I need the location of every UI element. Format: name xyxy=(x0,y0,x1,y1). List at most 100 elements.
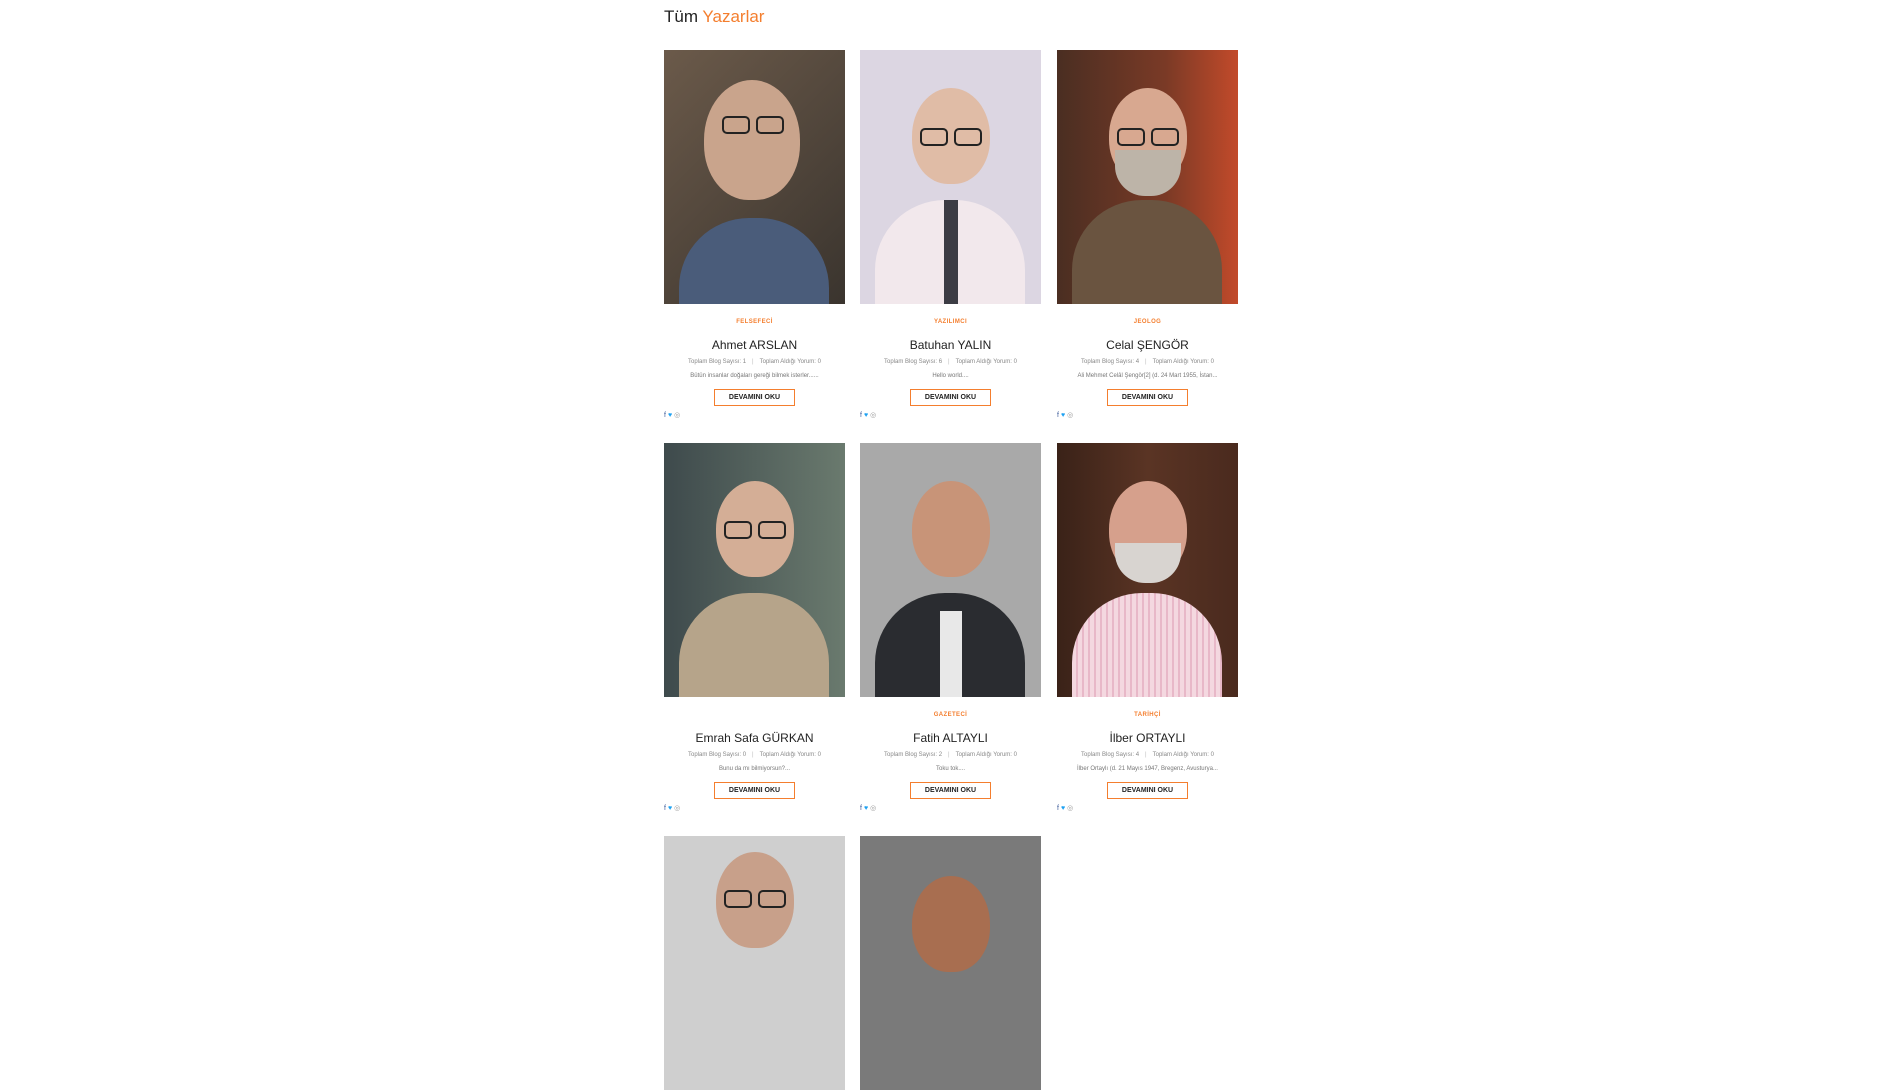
instagram-icon[interactable]: ◎ xyxy=(674,412,680,419)
author-card: FELSEFECİ Ahmet ARSLAN Toplam Blog Sayıs… xyxy=(664,50,845,419)
comment-count: 0 xyxy=(817,359,821,365)
read-more-button[interactable]: DEVAMINI OKU xyxy=(909,782,992,799)
author-excerpt: Toku tok.... xyxy=(935,766,965,772)
blog-count-label: Toplam Blog Sayısı: xyxy=(884,752,938,758)
author-stats: Toplam Blog Sayısı: 4 | Toplam Aldığı Yoru… xyxy=(1057,359,1238,365)
read-more-button[interactable]: DEVAMINI OKU xyxy=(713,782,796,799)
instagram-icon[interactable]: ◎ xyxy=(870,805,876,812)
instagram-icon[interactable]: ◎ xyxy=(1067,805,1073,812)
author-stats: Toplam Blog Sayısı: 1 | Toplam Aldığı Yoru… xyxy=(664,359,845,365)
comment-count-label: Toplam Aldığı Yorum: xyxy=(955,359,1012,365)
twitter-icon[interactable]: ♥ xyxy=(668,412,672,419)
read-more-button[interactable]: DEVAMINI OKU xyxy=(1106,782,1189,799)
author-card: JEOLOG Celal ŞENGÖR Toplam Blog Sayısı: … xyxy=(1057,50,1238,419)
author-stats: Toplam Blog Sayısı: 2 | Toplam Aldığı Yoru… xyxy=(860,752,1041,758)
author-category: TARİHÇİ xyxy=(1134,712,1161,718)
comment-count: 0 xyxy=(1210,359,1214,365)
author-stats: Toplam Blog Sayısı: 0 | Toplam Aldığı Yoru… xyxy=(664,752,845,758)
facebook-icon[interactable]: f xyxy=(1057,805,1059,812)
blog-count: 1 xyxy=(742,359,747,365)
author-photo[interactable] xyxy=(664,836,845,1090)
facebook-icon[interactable]: f xyxy=(664,805,666,812)
social-links: f ♥ ◎ xyxy=(664,804,845,812)
author-name[interactable]: Celal ŞENGÖR xyxy=(1057,338,1238,352)
author-photo[interactable] xyxy=(860,443,1041,697)
comment-count-label: Toplam Aldığı Yorum: xyxy=(759,752,816,758)
author-category: JEOLOG xyxy=(1133,319,1162,325)
author-name[interactable]: Fatih ALTAYLI xyxy=(860,731,1041,745)
page-title-accent: Yazarlar xyxy=(702,7,765,26)
instagram-icon[interactable]: ◎ xyxy=(674,805,680,812)
author-excerpt: Ali Mehmet Celâl Şengör[2] (d. 24 Mart 1… xyxy=(1077,373,1218,379)
twitter-icon[interactable]: ♥ xyxy=(864,805,868,812)
comment-count: 0 xyxy=(1210,752,1214,758)
twitter-icon[interactable]: ♥ xyxy=(1061,805,1065,812)
author-name[interactable]: Emrah Safa GÜRKAN xyxy=(664,731,845,745)
author-card: TARİHÇİ İlber ORTAYLI Toplam Blog Sayısı… xyxy=(1057,443,1238,812)
instagram-icon[interactable]: ◎ xyxy=(870,412,876,419)
author-card xyxy=(664,836,845,1090)
comment-count-label: Toplam Aldığı Yorum: xyxy=(1152,359,1209,365)
blog-count: 4 xyxy=(1135,752,1140,758)
comment-count: 0 xyxy=(1013,752,1017,758)
author-card xyxy=(860,836,1041,1090)
social-links: f ♥ ◎ xyxy=(664,411,845,419)
author-excerpt: Bütün insanlar doğaları gereği bilmek is… xyxy=(690,373,819,379)
author-photo[interactable] xyxy=(664,443,845,697)
author-name[interactable]: Batuhan YALIN xyxy=(860,338,1041,352)
author-name[interactable]: İlber ORTAYLI xyxy=(1057,731,1238,745)
author-category: FELSEFECİ xyxy=(736,319,773,325)
author-category: YAZILIMCI xyxy=(933,319,968,325)
blog-count: 0 xyxy=(742,752,747,758)
author-excerpt: Hello world.... xyxy=(932,373,969,379)
author-photo[interactable] xyxy=(860,50,1041,304)
twitter-icon[interactable]: ♥ xyxy=(864,412,868,419)
author-stats: Toplam Blog Sayısı: 6 | Toplam Aldığı Yoru… xyxy=(860,359,1041,365)
facebook-icon[interactable]: f xyxy=(860,412,862,419)
blog-count-label: Toplam Blog Sayısı: xyxy=(1081,359,1135,365)
author-photo[interactable] xyxy=(1057,50,1238,304)
blog-count-label: Toplam Blog Sayısı: xyxy=(1081,752,1135,758)
read-more-button[interactable]: DEVAMINI OKU xyxy=(713,389,796,406)
author-name[interactable]: Ahmet ARSLAN xyxy=(664,338,845,352)
stats-divider: | xyxy=(1145,752,1147,758)
stats-divider: | xyxy=(1145,359,1147,365)
author-photo[interactable] xyxy=(1057,443,1238,697)
author-category xyxy=(664,712,845,720)
read-more-button[interactable]: DEVAMINI OKU xyxy=(1106,389,1189,406)
blog-count-label: Toplam Blog Sayısı: xyxy=(884,359,938,365)
stats-divider: | xyxy=(948,752,950,758)
stats-divider: | xyxy=(752,752,754,758)
comment-count: 0 xyxy=(817,752,821,758)
blog-count: 6 xyxy=(938,359,943,365)
page-title: Tüm Yazarlar xyxy=(664,7,764,27)
author-stats: Toplam Blog Sayısı: 4 | Toplam Aldığı Yoru… xyxy=(1057,752,1238,758)
social-links: f ♥ ◎ xyxy=(1057,411,1238,419)
blog-count-label: Toplam Blog Sayısı: xyxy=(688,359,742,365)
author-card: GAZETECİ Fatih ALTAYLI Toplam Blog Sayıs… xyxy=(860,443,1041,812)
blog-count: 2 xyxy=(938,752,943,758)
page-title-prefix: Tüm xyxy=(664,7,698,26)
social-links: f ♥ ◎ xyxy=(860,804,1041,812)
blog-count: 4 xyxy=(1135,359,1140,365)
facebook-icon[interactable]: f xyxy=(664,412,666,419)
social-links: f ♥ ◎ xyxy=(860,411,1041,419)
instagram-icon[interactable]: ◎ xyxy=(1067,412,1073,419)
author-category: GAZETECİ xyxy=(933,712,968,718)
facebook-icon[interactable]: f xyxy=(860,805,862,812)
comment-count-label: Toplam Aldığı Yorum: xyxy=(1152,752,1209,758)
twitter-icon[interactable]: ♥ xyxy=(1061,412,1065,419)
author-card: Emrah Safa GÜRKAN Toplam Blog Sayısı: 0 |… xyxy=(664,443,845,812)
comment-count: 0 xyxy=(1013,359,1017,365)
twitter-icon[interactable]: ♥ xyxy=(668,805,672,812)
facebook-icon[interactable]: f xyxy=(1057,412,1059,419)
comment-count-label: Toplam Aldığı Yorum: xyxy=(759,359,816,365)
social-links: f ♥ ◎ xyxy=(1057,804,1238,812)
read-more-button[interactable]: DEVAMINI OKU xyxy=(909,389,992,406)
author-photo[interactable] xyxy=(860,836,1041,1090)
blog-count-label: Toplam Blog Sayısı: xyxy=(688,752,742,758)
stats-divider: | xyxy=(948,359,950,365)
author-excerpt: Bunu da mı bilmiyorsun?... xyxy=(718,766,791,772)
stats-divider: | xyxy=(752,359,754,365)
author-photo[interactable] xyxy=(664,50,845,304)
